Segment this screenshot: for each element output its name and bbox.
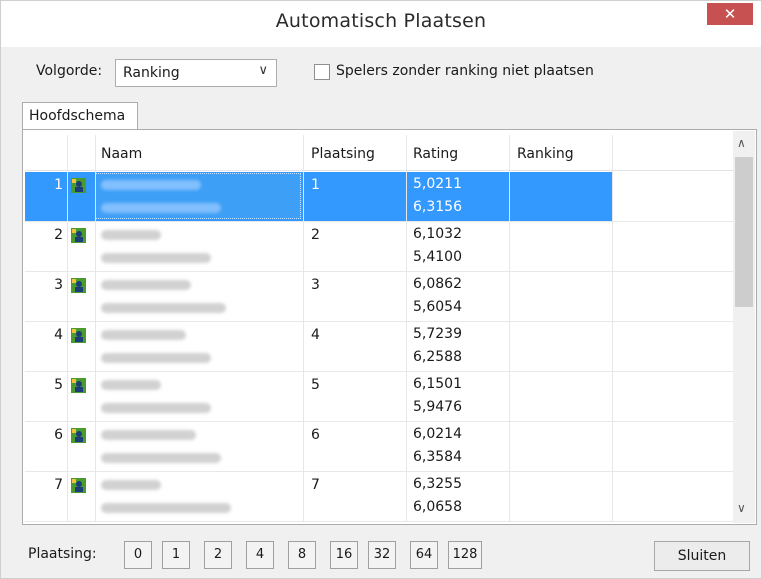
scroll-up-icon[interactable]: ∧: [737, 136, 746, 150]
plaatsing-value: 7: [311, 477, 320, 493]
player-name-redacted: [101, 203, 221, 213]
plaatsing-button[interactable]: 4: [246, 541, 274, 569]
grid-panel: Naam Plaatsing Rating Ranking 1 1 5,0211 6,…: [22, 129, 757, 525]
column-divider: [67, 135, 68, 522]
plaatsing-button[interactable]: 64: [410, 541, 438, 569]
plaatsing-value: 6: [311, 427, 320, 443]
row-number: 3: [54, 277, 63, 293]
chevron-down-icon: ∨: [258, 63, 268, 78]
rating-value: 5,7239: [413, 326, 462, 342]
player-name-redacted: [101, 180, 201, 190]
volgorde-select[interactable]: Ranking ∨: [115, 59, 277, 87]
rating-value: 6,1501: [413, 376, 462, 392]
row-number: 7: [54, 477, 63, 493]
plaatsing-button[interactable]: 0: [124, 541, 152, 569]
no-ranking-label[interactable]: Spelers zonder ranking niet plaatsen: [336, 63, 594, 79]
player-name-redacted: [101, 503, 231, 513]
column-header-plaatsing[interactable]: Plaatsing: [311, 146, 375, 162]
player-pair-icon: [71, 378, 86, 393]
column-divider: [509, 135, 510, 522]
tab-label: Hoofdschema: [29, 108, 126, 124]
window-title: Automatisch Plaatsen: [275, 10, 487, 32]
column-header-naam[interactable]: Naam: [101, 146, 142, 162]
player-name-redacted: [101, 230, 161, 240]
plaatsing-button[interactable]: 8: [288, 541, 316, 569]
rating-value: 6,0214: [413, 426, 462, 442]
tab-hoofdschema[interactable]: Hoofdschema: [22, 102, 138, 130]
table-row[interactable]: 1 1 5,0211 6,3156: [25, 172, 733, 222]
player-name-redacted: [101, 430, 196, 440]
table-row[interactable]: 5 5 6,1501 5,9476: [25, 372, 733, 422]
volgorde-value: Ranking: [123, 65, 180, 81]
plaatsing-button[interactable]: 16: [330, 541, 358, 569]
column-divider: [95, 135, 96, 522]
table-row[interactable]: 3 3 6,0862 5,6054: [25, 272, 733, 322]
scroll-down-icon[interactable]: ∨: [737, 501, 746, 515]
table-row[interactable]: 4 4 5,7239 6,2588: [25, 322, 733, 372]
column-divider: [406, 135, 407, 522]
plaatsing-footer-label: Plaatsing:: [28, 546, 97, 562]
plaatsing-value: 1: [311, 177, 320, 193]
scroll-thumb[interactable]: [735, 157, 753, 307]
player-pair-icon: [71, 228, 86, 243]
rating-value: 6,1032: [413, 226, 462, 242]
player-name-redacted: [101, 353, 211, 363]
rating-value: 6,3156: [413, 199, 462, 215]
player-pair-icon: [71, 328, 86, 343]
plaatsing-value: 5: [311, 377, 320, 393]
plaatsing-button[interactable]: 32: [368, 541, 396, 569]
title-bar: Automatisch Plaatsen ✕: [1, 1, 761, 47]
table-row[interactable]: 6 6 6,0214 6,3584: [25, 422, 733, 472]
player-pair-icon: [71, 428, 86, 443]
player-name-redacted: [101, 480, 161, 490]
rating-value: 5,4100: [413, 249, 462, 265]
table-row[interactable]: 7 7 6,3255 6,0658: [25, 472, 733, 522]
table-row[interactable]: 2 2 6,1032 5,4100: [25, 222, 733, 272]
row-number: 2: [54, 227, 63, 243]
player-name-redacted: [101, 303, 226, 313]
row-number: 6: [54, 427, 63, 443]
sluiten-button[interactable]: Sluiten: [654, 541, 750, 571]
column-header-ranking[interactable]: Ranking: [517, 146, 574, 162]
rating-value: 6,0658: [413, 499, 462, 515]
dialog-window: Automatisch Plaatsen ✕ Volgorde: Ranking…: [0, 0, 762, 579]
row-number: 4: [54, 327, 63, 343]
column-divider: [612, 135, 613, 522]
column-divider: [303, 135, 304, 522]
rating-value: 6,2588: [413, 349, 462, 365]
players-grid: Naam Plaatsing Rating Ranking 1 1 5,0211 6,…: [25, 135, 733, 522]
rating-value: 6,3584: [413, 449, 462, 465]
plaatsing-button[interactable]: 128: [448, 541, 482, 569]
vertical-scrollbar[interactable]: ∧ ∨: [733, 131, 755, 523]
player-name-redacted: [101, 403, 211, 413]
player-name-redacted: [101, 453, 221, 463]
player-name-redacted: [101, 280, 191, 290]
column-header-rating[interactable]: Rating: [413, 146, 458, 162]
rating-value: 5,0211: [413, 176, 462, 192]
player-pair-icon: [71, 478, 86, 493]
volgorde-label: Volgorde:: [36, 63, 103, 79]
player-name-redacted: [101, 330, 186, 340]
rating-value: 5,6054: [413, 299, 462, 315]
plaatsing-value: 3: [311, 277, 320, 293]
player-pair-icon: [71, 278, 86, 293]
row-number: 1: [54, 177, 63, 193]
close-window-button[interactable]: ✕: [707, 3, 753, 25]
plaatsing-value: 4: [311, 327, 320, 343]
rating-value: 6,0862: [413, 276, 462, 292]
plaatsing-button[interactable]: 1: [162, 541, 190, 569]
grid-header: Naam Plaatsing Rating Ranking: [25, 135, 733, 171]
rating-value: 5,9476: [413, 399, 462, 415]
rating-value: 6,3255: [413, 476, 462, 492]
plaatsing-value: 2: [311, 227, 320, 243]
player-name-redacted: [101, 253, 211, 263]
row-number: 5: [54, 377, 63, 393]
no-ranking-checkbox[interactable]: [314, 64, 330, 80]
plaatsing-button[interactable]: 2: [204, 541, 232, 569]
player-pair-icon: [71, 178, 86, 193]
player-name-redacted: [101, 380, 161, 390]
